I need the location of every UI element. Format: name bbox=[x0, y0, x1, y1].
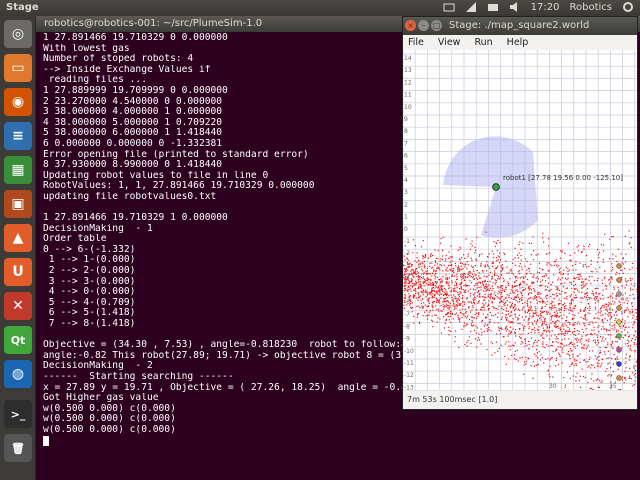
robot-marker bbox=[616, 291, 622, 297]
stage-menubar: File View Run Help bbox=[403, 35, 637, 50]
network-icon[interactable] bbox=[465, 1, 477, 13]
robot-label: robot1 [27.78 19.56 0.00 -125.10] bbox=[503, 174, 623, 182]
settings-icon[interactable]: ✕ bbox=[4, 292, 32, 320]
y-tick-label: 3 bbox=[404, 189, 408, 196]
y-tick-label: 13 bbox=[404, 67, 412, 74]
calc-icon[interactable]: ▦ bbox=[4, 156, 32, 184]
stage-statusbar: 7m 53s 100msec [1.0] bbox=[403, 391, 637, 409]
menu-view[interactable]: View bbox=[438, 37, 461, 48]
y-tick-label: -12 bbox=[404, 372, 414, 379]
terminal-icon[interactable]: >_ bbox=[4, 400, 32, 428]
robot-marker bbox=[616, 375, 622, 381]
volume-icon[interactable] bbox=[509, 1, 521, 13]
stage-titlebar[interactable]: × – □ Stage: ./map_square2.world bbox=[403, 17, 637, 35]
robot-marker bbox=[616, 305, 622, 311]
robot-marker bbox=[616, 333, 622, 339]
x-tick-label: 35 bbox=[609, 383, 617, 390]
menu-file[interactable]: File bbox=[408, 37, 424, 48]
files-icon[interactable]: ▭ bbox=[4, 54, 32, 82]
launcher: ◎ ▭ ◉ ≡ ▦ ▣ ▲ U ✕ Qt ◍ >_ 🗑 bbox=[0, 16, 36, 480]
robot-marker bbox=[616, 361, 622, 367]
y-tick-label: 14 bbox=[404, 55, 412, 62]
stage-app-icon[interactable]: ◍ bbox=[4, 360, 32, 388]
y-tick-label: -11 bbox=[404, 360, 414, 367]
firefox-icon[interactable]: ◉ bbox=[4, 88, 32, 116]
terminal-line bbox=[43, 435, 640, 447]
active-app-title: Stage bbox=[6, 2, 39, 13]
x-tick-label: 30 bbox=[549, 383, 557, 390]
terminal-line: w(0.500 0.000) c(0.000) bbox=[43, 414, 176, 425]
world-canvas[interactable]: 14131211109876543210-1-2-3-4-5-6-7-8-9-1… bbox=[403, 50, 637, 390]
user-menu[interactable]: Robotics bbox=[570, 2, 613, 13]
y-tick-label: -13 bbox=[404, 384, 414, 390]
keyboard-icon[interactable] bbox=[443, 1, 455, 13]
y-tick-label: 12 bbox=[404, 79, 412, 86]
y-tick-label: 9 bbox=[404, 116, 408, 123]
power-gear-icon[interactable] bbox=[622, 1, 634, 13]
y-tick-label: 10 bbox=[404, 104, 412, 111]
stage-window[interactable]: × – □ Stage: ./map_square2.world File Vie… bbox=[402, 16, 638, 410]
menu-help[interactable]: Help bbox=[507, 37, 529, 48]
close-icon[interactable]: × bbox=[405, 20, 416, 31]
impress-icon[interactable]: ▣ bbox=[4, 190, 32, 218]
mail-icon[interactable] bbox=[487, 1, 499, 13]
y-tick-label: 7 bbox=[404, 140, 408, 147]
world-view[interactable]: 14131211109876543210-1-2-3-4-5-6-7-8-9-1… bbox=[403, 50, 637, 390]
robot-icon bbox=[492, 183, 500, 191]
terminal-cursor bbox=[43, 435, 49, 446]
trash-icon[interactable]: 🗑 bbox=[4, 434, 32, 462]
y-tick-label: 6 bbox=[404, 153, 408, 160]
robot-marker bbox=[616, 319, 622, 325]
y-tick-label: 5 bbox=[404, 165, 408, 172]
clock[interactable]: 17:20 bbox=[531, 2, 560, 13]
y-tick-label: 11 bbox=[404, 92, 412, 99]
maximize-icon[interactable]: □ bbox=[431, 20, 442, 31]
y-tick-label: 2 bbox=[404, 201, 408, 208]
terminal-line: w(0.500 0.000) c(0.000) bbox=[43, 424, 176, 435]
y-tick-label: 1 bbox=[404, 214, 408, 221]
y-tick-label: -1 bbox=[404, 238, 410, 245]
top-panel: Stage 17:20 Robotics bbox=[0, 0, 640, 16]
y-tick-label: -7 bbox=[404, 311, 410, 318]
ubuntu-dash-icon[interactable]: ◎ bbox=[4, 20, 32, 48]
y-tick-label: 4 bbox=[404, 177, 408, 184]
robot-marker bbox=[616, 277, 622, 283]
terminal-title: robotics@robotics-001: ~/src/PlumeSim-1.… bbox=[44, 18, 263, 29]
software-center-icon[interactable]: ▲ bbox=[4, 224, 32, 252]
y-tick-label: -10 bbox=[404, 348, 414, 355]
qt-creator-icon[interactable]: Qt bbox=[4, 326, 32, 354]
sensor-field bbox=[471, 136, 538, 238]
stage-title: Stage: ./map_square2.world bbox=[449, 20, 590, 31]
ubuntu-one-icon[interactable]: U bbox=[4, 258, 32, 286]
y-tick-label: -9 bbox=[404, 336, 410, 343]
y-tick-label: 8 bbox=[404, 128, 408, 135]
robot-marker bbox=[616, 347, 622, 353]
robot-marker bbox=[616, 263, 622, 269]
menu-run[interactable]: Run bbox=[474, 37, 492, 48]
y-tick-label: -8 bbox=[404, 323, 410, 330]
minimize-icon[interactable]: – bbox=[418, 20, 429, 31]
writer-icon[interactable]: ≡ bbox=[4, 122, 32, 150]
y-tick-label: 0 bbox=[404, 226, 408, 233]
